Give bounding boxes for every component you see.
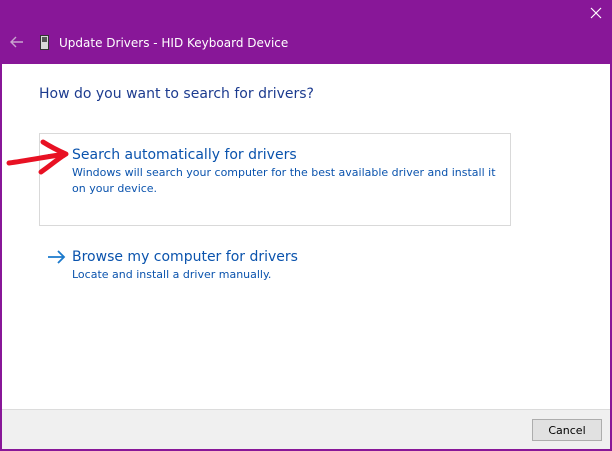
title-bar: Update Drivers - HID Keyboard Device <box>0 0 612 64</box>
arrow-right-icon <box>48 250 66 264</box>
back-arrow-icon[interactable] <box>9 34 25 50</box>
red-arrow-annotation-icon <box>6 139 69 175</box>
window-border-left <box>0 64 2 451</box>
search-automatically-title[interactable]: Search automatically for drivers <box>72 146 297 164</box>
footer-bar <box>2 409 610 449</box>
search-automatically-description: Windows will search your computer for th… <box>72 166 496 195</box>
device-icon <box>40 35 49 50</box>
close-icon[interactable] <box>590 7 602 19</box>
window-title: Update Drivers - HID Keyboard Device <box>59 36 289 50</box>
browse-computer-description: Locate and install a driver manually. <box>72 268 272 281</box>
cancel-button[interactable]: Cancel <box>532 419 602 441</box>
browse-computer-title[interactable]: Browse my computer for drivers <box>72 248 298 266</box>
page-heading: How do you want to search for drivers? <box>39 86 314 102</box>
